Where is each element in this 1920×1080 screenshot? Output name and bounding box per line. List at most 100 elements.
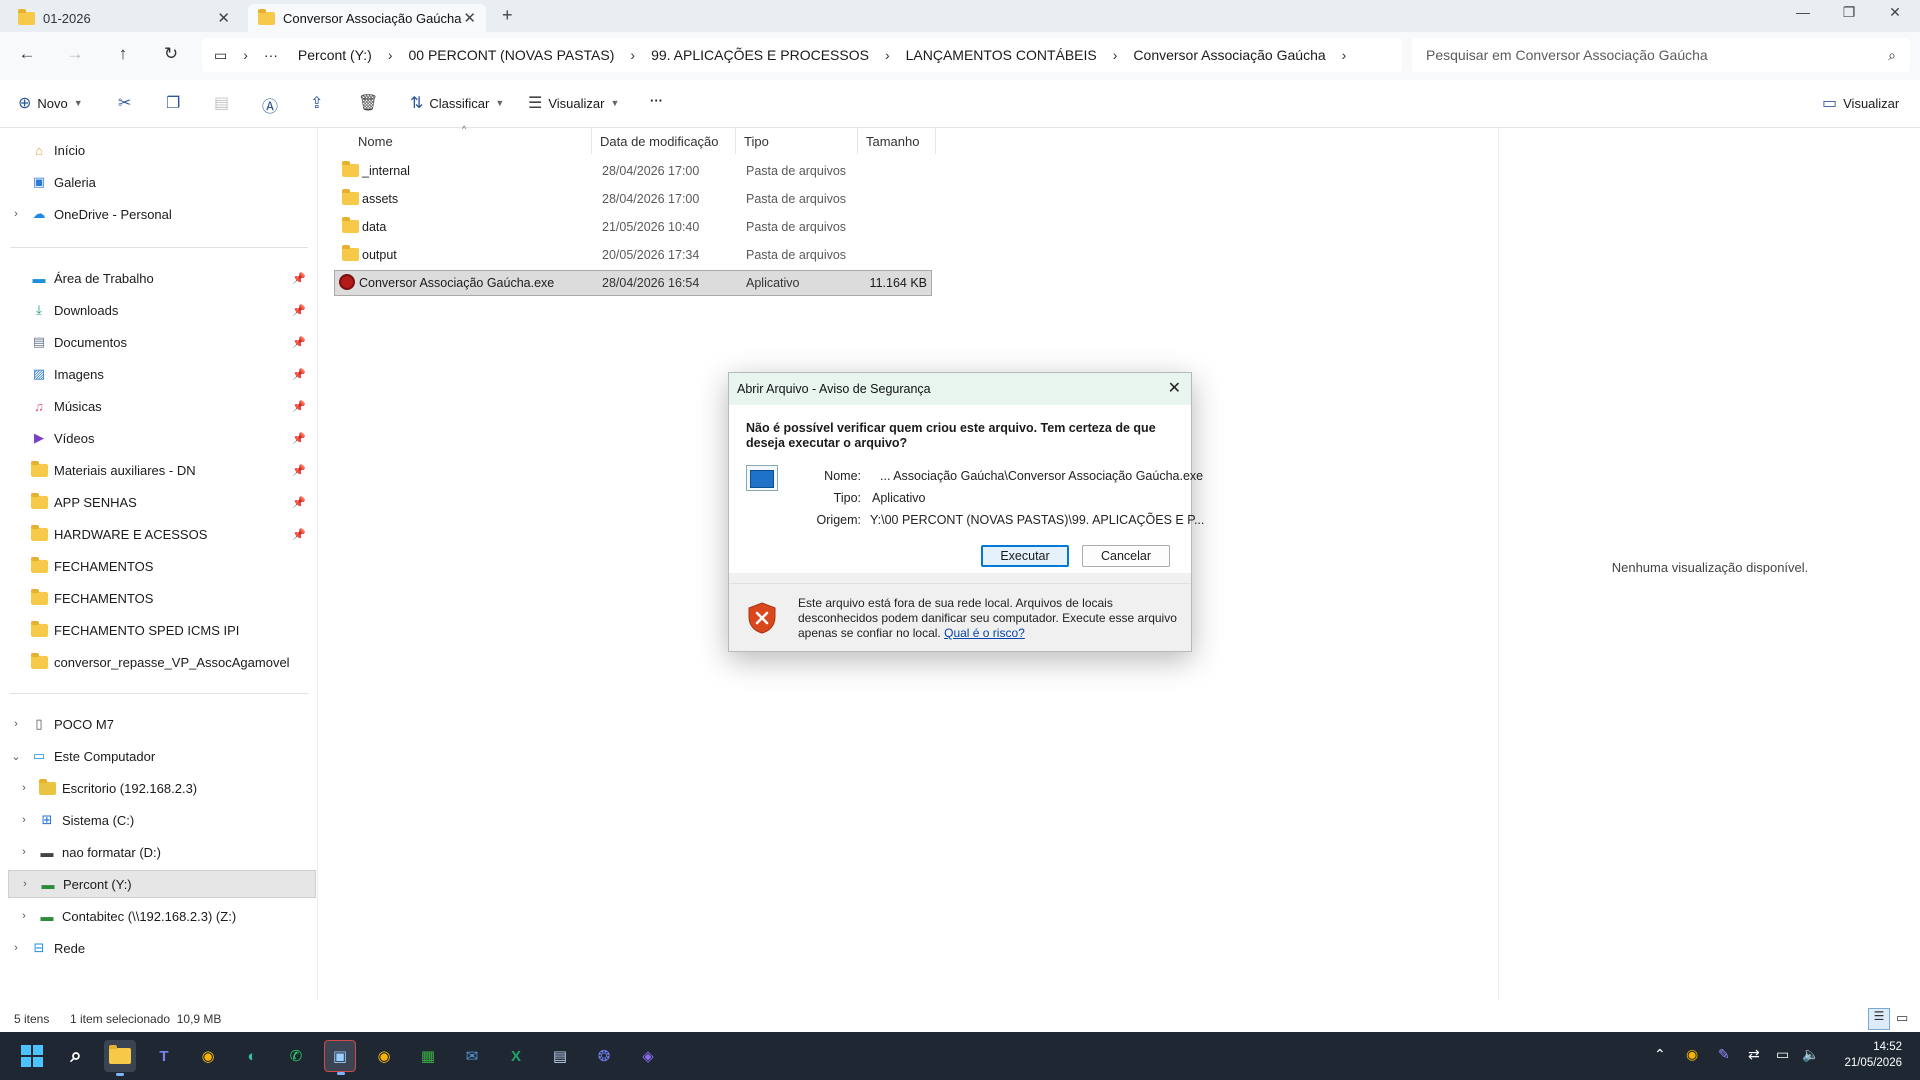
pin-icon[interactable]: 📌	[292, 400, 306, 413]
chevron-right-icon[interactable]: ›	[8, 208, 24, 220]
monitor-icon[interactable]: ▭	[212, 47, 237, 64]
sidebar-item-app-senhas[interactable]: APP SENHAS 📌	[8, 488, 316, 516]
pin-icon[interactable]: 📌	[292, 432, 306, 445]
sidebar-item-galeria[interactable]: ▣ Galeria	[8, 168, 316, 196]
sidebar-item-materiais[interactable]: Materiais auxiliares - DN 📌	[8, 456, 316, 484]
chevron-right-icon[interactable]: ›	[624, 47, 641, 63]
sidebar-item-sped[interactable]: FECHAMENTO SPED ICMS IPI	[8, 616, 316, 644]
cut-button[interactable]: ✂	[118, 93, 131, 113]
file-row[interactable]: _internal 28/04/2026 17:00 Pasta de arqu…	[334, 158, 932, 184]
sidebar-item-musicas[interactable]: ♫ Músicas 📌	[8, 392, 316, 420]
refresh-icon[interactable]: ↻	[156, 44, 186, 64]
chevron-right-icon[interactable]: ›	[1107, 47, 1124, 63]
chevron-right-icon[interactable]: ›	[382, 47, 399, 63]
new-tab-icon[interactable]: +	[502, 5, 513, 26]
chevron-down-icon[interactable]: ⌄	[8, 750, 24, 763]
file-row[interactable]: assets 28/04/2026 17:00 Pasta de arquivo…	[334, 186, 932, 212]
sidebar-item-hardware[interactable]: HARDWARE E ACESSOS 📌	[8, 520, 316, 548]
tab-01-2026[interactable]: 01-2026 ✕	[8, 4, 240, 32]
sidebar-item-inicio[interactable]: ⌂ Início	[8, 136, 316, 164]
close-window-icon[interactable]: ✕	[1872, 4, 1918, 21]
pin-icon[interactable]: 📌	[292, 336, 306, 349]
sidebar-item-contabitec-z[interactable]: › ▬ Contabitec (\\192.168.2.3) (Z:)	[8, 902, 316, 930]
sidebar-item-escritorio[interactable]: › Escritorio (192.168.2.3)	[8, 774, 316, 802]
chevron-right-icon[interactable]: ›	[16, 910, 32, 922]
file-explorer-icon[interactable]	[104, 1040, 136, 1076]
delete-button[interactable]: 🗑	[358, 93, 378, 113]
preview-pane-button[interactable]: ▭ Visualizar	[1822, 93, 1899, 113]
chevron-right-icon[interactable]: ›	[8, 942, 24, 954]
system-clock[interactable]: 14:52 21/05/2026	[1844, 1039, 1902, 1071]
sidebar-item-downloads[interactable]: ⤓ Downloads 📌	[8, 296, 316, 324]
app-window-icon[interactable]: ▤	[544, 1040, 576, 1072]
network-tray-icon[interactable]: ⇄	[1748, 1046, 1760, 1063]
app-bot-icon[interactable]: ❂	[588, 1040, 620, 1072]
cancel-button[interactable]: Cancelar	[1082, 545, 1170, 567]
whatsapp-icon[interactable]: ✆	[280, 1040, 312, 1072]
monitor-tray-icon[interactable]: ▭	[1776, 1046, 1789, 1063]
pin-icon[interactable]: 📌	[292, 496, 306, 509]
sidebar-item-percont-y[interactable]: › ▬ Percont (Y:)	[8, 870, 316, 898]
close-tab-icon[interactable]: ✕	[217, 9, 230, 27]
pen-tray-icon[interactable]: ✎	[1718, 1046, 1730, 1063]
chevron-right-icon[interactable]: ›	[8, 718, 24, 730]
column-header-size[interactable]: Tamanho	[858, 128, 936, 154]
minimize-icon[interactable]: —	[1780, 4, 1826, 20]
close-icon[interactable]: ✕	[1168, 378, 1181, 398]
teams-icon[interactable]: T	[148, 1040, 180, 1072]
sort-button[interactable]: ⇅ Classificar ▼	[410, 93, 504, 113]
risk-link[interactable]: Qual é o risco?	[944, 626, 1025, 640]
file-row-selected[interactable]: Conversor Associação Gaúcha.exe 28/04/20…	[334, 270, 932, 296]
chevron-right-icon[interactable]: ›	[17, 878, 33, 890]
breadcrumb-item[interactable]: Conversor Associação Gaúcha	[1123, 47, 1335, 63]
address-bar[interactable]: ▭ › ··· Percont (Y:) › 00 PERCONT (NOVAS…	[202, 38, 1402, 72]
show-hidden-icons-chevron[interactable]: ⌃	[1654, 1046, 1666, 1063]
breadcrumb-item[interactable]: Percont (Y:)	[288, 47, 382, 63]
chevron-right-icon[interactable]: ›	[16, 814, 32, 826]
excel-icon[interactable]: X	[500, 1040, 532, 1072]
pin-icon[interactable]: 📌	[292, 528, 306, 541]
pin-icon[interactable]: 📌	[292, 272, 306, 285]
chrome-icon[interactable]: ◉	[192, 1040, 224, 1072]
sidebar-item-poco[interactable]: › ▯ POCO M7	[8, 710, 316, 738]
chevron-right-icon[interactable]: ›	[237, 47, 254, 63]
more-crumbs-button[interactable]: ···	[254, 47, 288, 63]
sidebar-item-videos[interactable]: ▶ Vídeos 📌	[8, 424, 316, 452]
search-icon[interactable]: ⌕	[1888, 47, 1896, 64]
pin-icon[interactable]: 📌	[292, 464, 306, 477]
maximize-icon[interactable]: ❐	[1826, 4, 1872, 21]
column-header-date[interactable]: Data de modificação	[592, 128, 736, 154]
rename-button[interactable]: Ⓐ	[262, 93, 278, 117]
tiles-view-icon[interactable]: ▭	[1896, 1010, 1908, 1026]
close-tab-icon[interactable]: ✕	[463, 9, 476, 27]
sidebar-item-fechamentos[interactable]: FECHAMENTOS	[8, 552, 316, 580]
remote-app-icon[interactable]: ▣	[324, 1040, 356, 1075]
chrome-profile-icon[interactable]: ◉	[368, 1040, 400, 1072]
chevron-right-icon[interactable]: ›	[1336, 47, 1353, 63]
paste-button[interactable]: ▤	[214, 93, 229, 113]
share-button[interactable]: ⇪	[310, 93, 323, 113]
search-icon[interactable]: ⌕	[60, 1040, 92, 1072]
tab-conversor[interactable]: Conversor Associação Gaúcha ✕	[248, 4, 486, 32]
details-view-icon[interactable]: ☰	[1868, 1008, 1890, 1030]
sidebar-item-conversor-repasse[interactable]: conversor_repasse_VP_AssocAgamovel	[8, 648, 316, 676]
copy-button[interactable]: ❐	[166, 93, 180, 113]
pin-icon[interactable]: 📌	[292, 368, 306, 381]
calculator-icon[interactable]: ▦	[412, 1040, 444, 1072]
sidebar-item-rede[interactable]: › ⊟ Rede	[8, 934, 316, 962]
volume-icon[interactable]: 🔈	[1802, 1046, 1819, 1063]
breadcrumb-item[interactable]: 00 PERCONT (NOVAS PASTAS)	[399, 47, 625, 63]
chevron-right-icon[interactable]: ›	[16, 846, 32, 858]
sidebar-item-desktop[interactable]: ▬ Área de Trabalho 📌	[8, 264, 316, 292]
sidebar-item-nao-formatar-d[interactable]: › ▬ nao formatar (D:)	[8, 838, 316, 866]
start-windows-icon[interactable]	[16, 1040, 48, 1072]
sidebar-item-onedrive[interactable]: › ☁ OneDrive - Personal	[8, 200, 316, 228]
app-chat-icon[interactable]: ◈	[632, 1040, 664, 1072]
chevron-right-icon[interactable]: ›	[879, 47, 896, 63]
edge-icon[interactable]: ◐	[236, 1040, 268, 1072]
outlook-icon[interactable]: ✉	[456, 1040, 488, 1072]
file-row[interactable]: output 20/05/2026 17:34 Pasta de arquivo…	[334, 242, 932, 268]
back-arrow-icon[interactable]: ←	[12, 44, 42, 64]
sidebar-item-fechamentos-2[interactable]: FECHAMENTOS	[8, 584, 316, 612]
more-options-button[interactable]: ···	[650, 93, 663, 108]
